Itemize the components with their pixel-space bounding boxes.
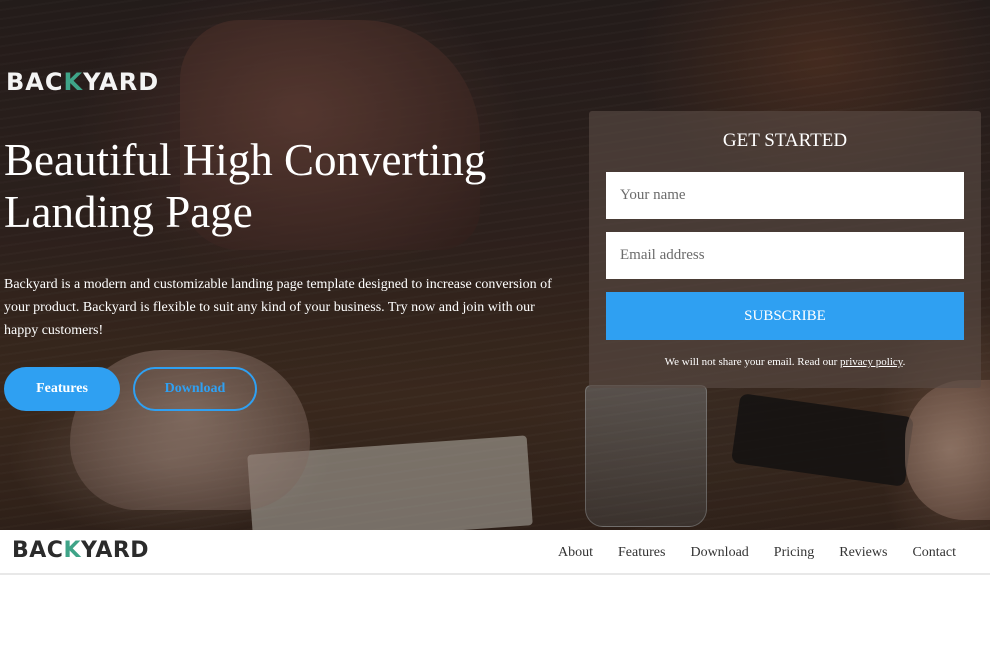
logo-highlight: K [63,538,82,563]
signup-form: GET STARTED SUBSCRIBE We will not share … [589,111,981,388]
nav-item-contact: Contact [912,543,956,561]
subscribe-button[interactable]: SUBSCRIBE [606,292,964,340]
hero-logo[interactable]: BACKYARD [6,68,159,96]
hero-section: BACKYARD Beautiful High Converting Landi… [0,0,990,530]
navbar-logo[interactable]: BACKYARD [12,538,149,563]
nav-link-features[interactable]: Features [618,545,665,560]
navbar: BACKYARD About Features Download Pricing… [0,530,990,575]
nav-item-reviews: Reviews [839,543,887,561]
nav-link-pricing[interactable]: Pricing [774,545,814,560]
features-button[interactable]: Features [4,367,120,411]
logo-text-start: BAC [6,68,64,96]
nav-link-contact[interactable]: Contact [912,545,956,560]
download-button[interactable]: Download [133,367,257,411]
nav-item-pricing: Pricing [774,543,814,561]
nav-item-about: About [558,543,593,561]
hero-title: Beautiful High Converting Landing Page [4,135,487,237]
nav-links: About Features Download Pricing Reviews … [558,530,956,573]
email-input[interactable] [606,232,964,279]
nav-item-download: Download [690,543,748,561]
name-input[interactable] [606,172,964,219]
signup-title: GET STARTED [722,130,848,151]
logo-text-start: BAC [12,538,64,563]
hero-description: Backyard is a modern and customizable la… [4,277,552,338]
logo-text-end: YARD [83,68,160,96]
nav-link-reviews[interactable]: Reviews [839,545,887,560]
nav-item-features: Features [618,543,665,561]
privacy-note: We will not share your email. Read our p… [589,356,981,368]
logo-highlight: K [63,68,84,96]
privacy-note-end: . [902,356,906,368]
logo-text-end: YARD [81,538,150,563]
nav-link-about[interactable]: About [558,545,593,560]
privacy-policy-link[interactable]: privacy policy [840,356,903,368]
nav-link-download[interactable]: Download [690,545,748,560]
privacy-note-text: We will not share your email. Read our [664,356,841,368]
